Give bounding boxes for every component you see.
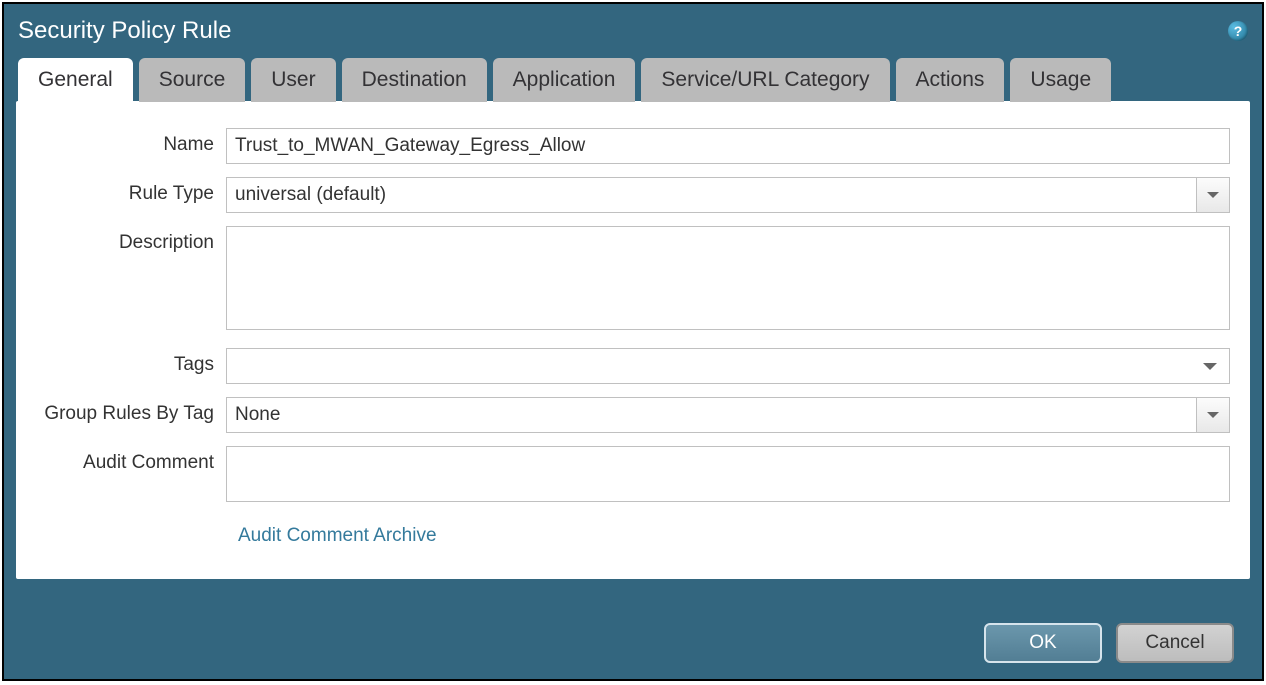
label-group-rules-by-tag: Group Rules By Tag (36, 397, 226, 425)
name-input[interactable] (226, 128, 1230, 164)
dialog-footer: OK Cancel (4, 606, 1262, 679)
group-rules-by-tag-trigger[interactable] (1196, 397, 1230, 433)
tab-source[interactable]: Source (139, 58, 246, 102)
audit-comment-archive-link[interactable]: Audit Comment Archive (238, 525, 437, 546)
label-audit-comment: Audit Comment (36, 446, 226, 474)
tab-strip: General Source User Destination Applicat… (4, 58, 1262, 102)
rule-type-value: universal (default) (226, 177, 1230, 213)
ok-button[interactable]: OK (984, 623, 1102, 663)
tab-actions[interactable]: Actions (896, 58, 1005, 102)
form-row-rule-type: Rule Type universal (default) (36, 177, 1230, 213)
chevron-down-icon (1203, 363, 1217, 370)
tab-user[interactable]: User (251, 58, 335, 102)
label-tags: Tags (36, 348, 226, 376)
archive-link-row: Audit Comment Archive (36, 525, 1230, 547)
form-row-description: Description (36, 226, 1230, 335)
label-description: Description (36, 226, 226, 254)
form-row-tags: Tags (36, 348, 1230, 384)
tab-application[interactable]: Application (493, 58, 636, 102)
tab-service-url-category[interactable]: Service/URL Category (641, 58, 889, 102)
tags-input[interactable] (226, 348, 1230, 384)
cancel-button[interactable]: Cancel (1116, 623, 1234, 663)
tab-general[interactable]: General (18, 58, 133, 102)
form-row-name: Name (36, 128, 1230, 164)
dialog-header: Security Policy Rule ? (4, 4, 1262, 58)
rule-type-select[interactable]: universal (default) (226, 177, 1230, 213)
dialog-title: Security Policy Rule (18, 17, 231, 45)
form-row-audit-comment: Audit Comment (36, 446, 1230, 507)
help-icon[interactable]: ? (1228, 21, 1248, 41)
security-policy-rule-dialog: Security Policy Rule ? General Source Us… (2, 2, 1264, 681)
description-input[interactable] (226, 226, 1230, 330)
tab-destination[interactable]: Destination (342, 58, 487, 102)
group-rules-by-tag-select[interactable]: None (226, 397, 1230, 433)
tab-usage[interactable]: Usage (1010, 58, 1111, 102)
chevron-down-icon (1207, 412, 1219, 418)
content-panel: Name Rule Type universal (default) Descr… (16, 101, 1250, 579)
audit-comment-input[interactable] (226, 446, 1230, 502)
label-rule-type: Rule Type (36, 177, 226, 205)
form-row-group-rules-by-tag: Group Rules By Tag None (36, 397, 1230, 433)
rule-type-trigger[interactable] (1196, 177, 1230, 213)
group-rules-by-tag-value: None (226, 397, 1230, 433)
label-name: Name (36, 128, 226, 156)
chevron-down-icon (1207, 192, 1219, 198)
